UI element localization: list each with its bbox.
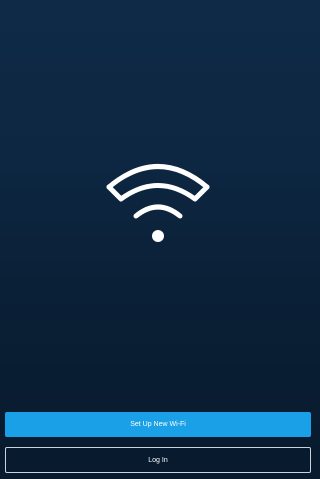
wifi-icon	[106, 164, 210, 242]
log-in-label: Log In	[148, 456, 168, 464]
welcome-screen: Set Up New Wi-Fi Log In	[0, 0, 317, 479]
set-up-wifi-button[interactable]: Set Up New Wi-Fi	[5, 412, 311, 437]
set-up-wifi-label: Set Up New Wi-Fi	[130, 421, 186, 428]
log-in-button[interactable]: Log In	[5, 447, 311, 473]
